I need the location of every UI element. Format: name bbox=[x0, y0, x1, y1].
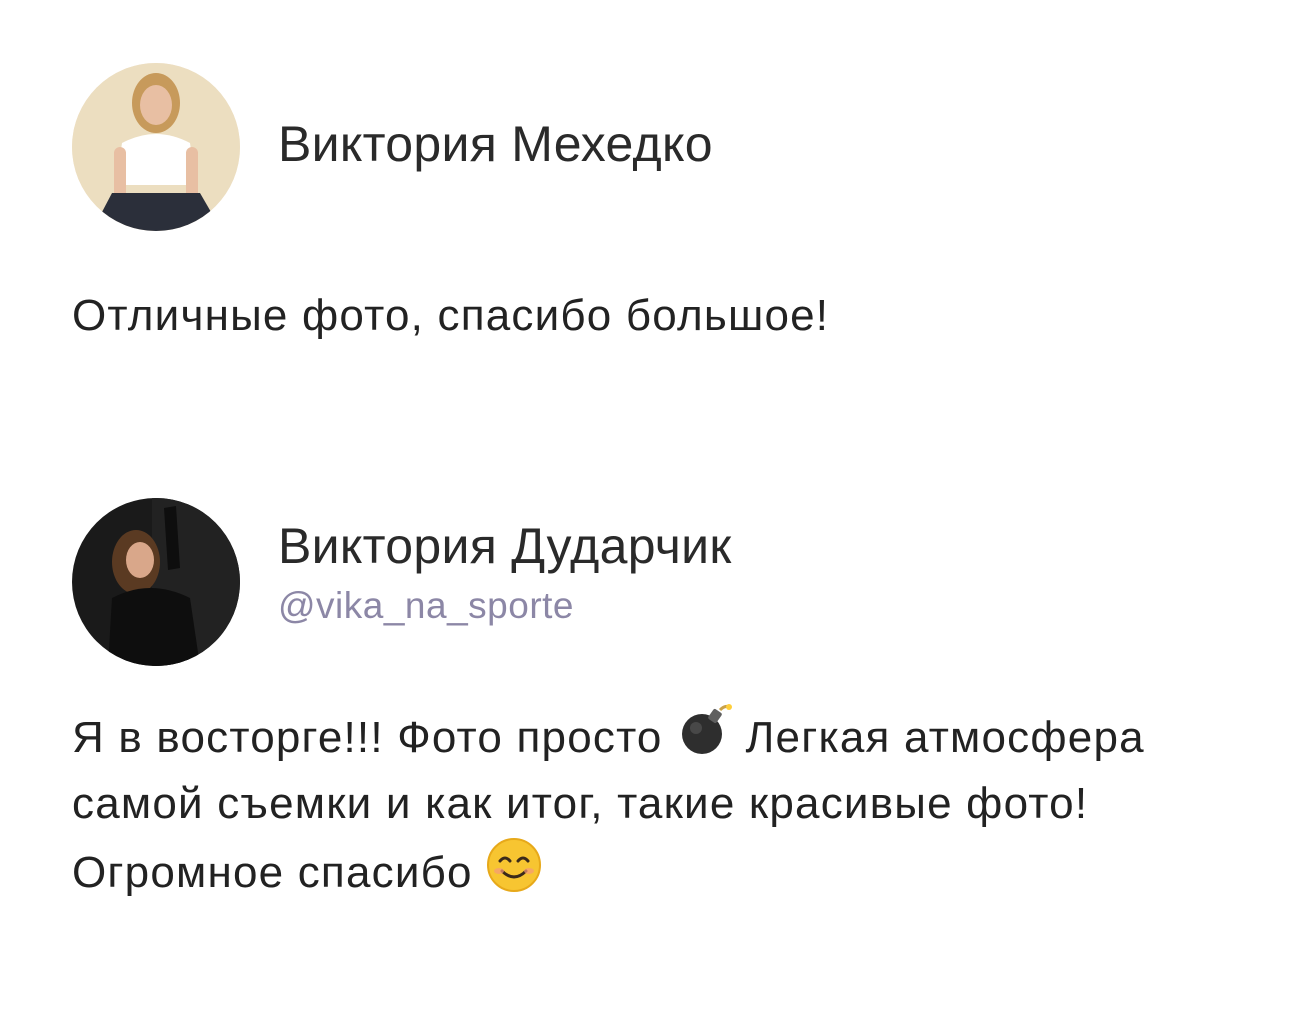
review-card: Виктория Мехедко Отличные фото, спасибо … bbox=[72, 63, 1232, 349]
avatar[interactable] bbox=[72, 63, 240, 231]
review-header: Виктория Дударчик @vika_na_sporte bbox=[72, 498, 1232, 666]
avatar[interactable] bbox=[72, 498, 240, 666]
review-text-part: Я в восторге!!! Фото просто bbox=[72, 713, 677, 762]
review-text: Отличные фото, спасибо большое! bbox=[72, 291, 830, 340]
bomb-emoji-icon bbox=[676, 702, 733, 758]
author-block: Виктория Дударчик @vika_na_sporte bbox=[278, 517, 732, 627]
review-card: Виктория Дударчик @vika_na_sporte Я в во… bbox=[72, 498, 1232, 906]
author-name[interactable]: Виктория Мехедко bbox=[278, 115, 713, 173]
review-header: Виктория Мехедко bbox=[72, 63, 1232, 231]
author-name[interactable]: Виктория Дударчик bbox=[278, 517, 732, 575]
author-handle[interactable]: @vika_na_sporte bbox=[278, 585, 732, 627]
review-text: Я в восторге!!! Фото просто Легкая атмос… bbox=[72, 702, 1232, 906]
smiling-face-emoji-icon bbox=[486, 837, 542, 893]
author-block: Виктория Мехедко bbox=[278, 115, 713, 173]
